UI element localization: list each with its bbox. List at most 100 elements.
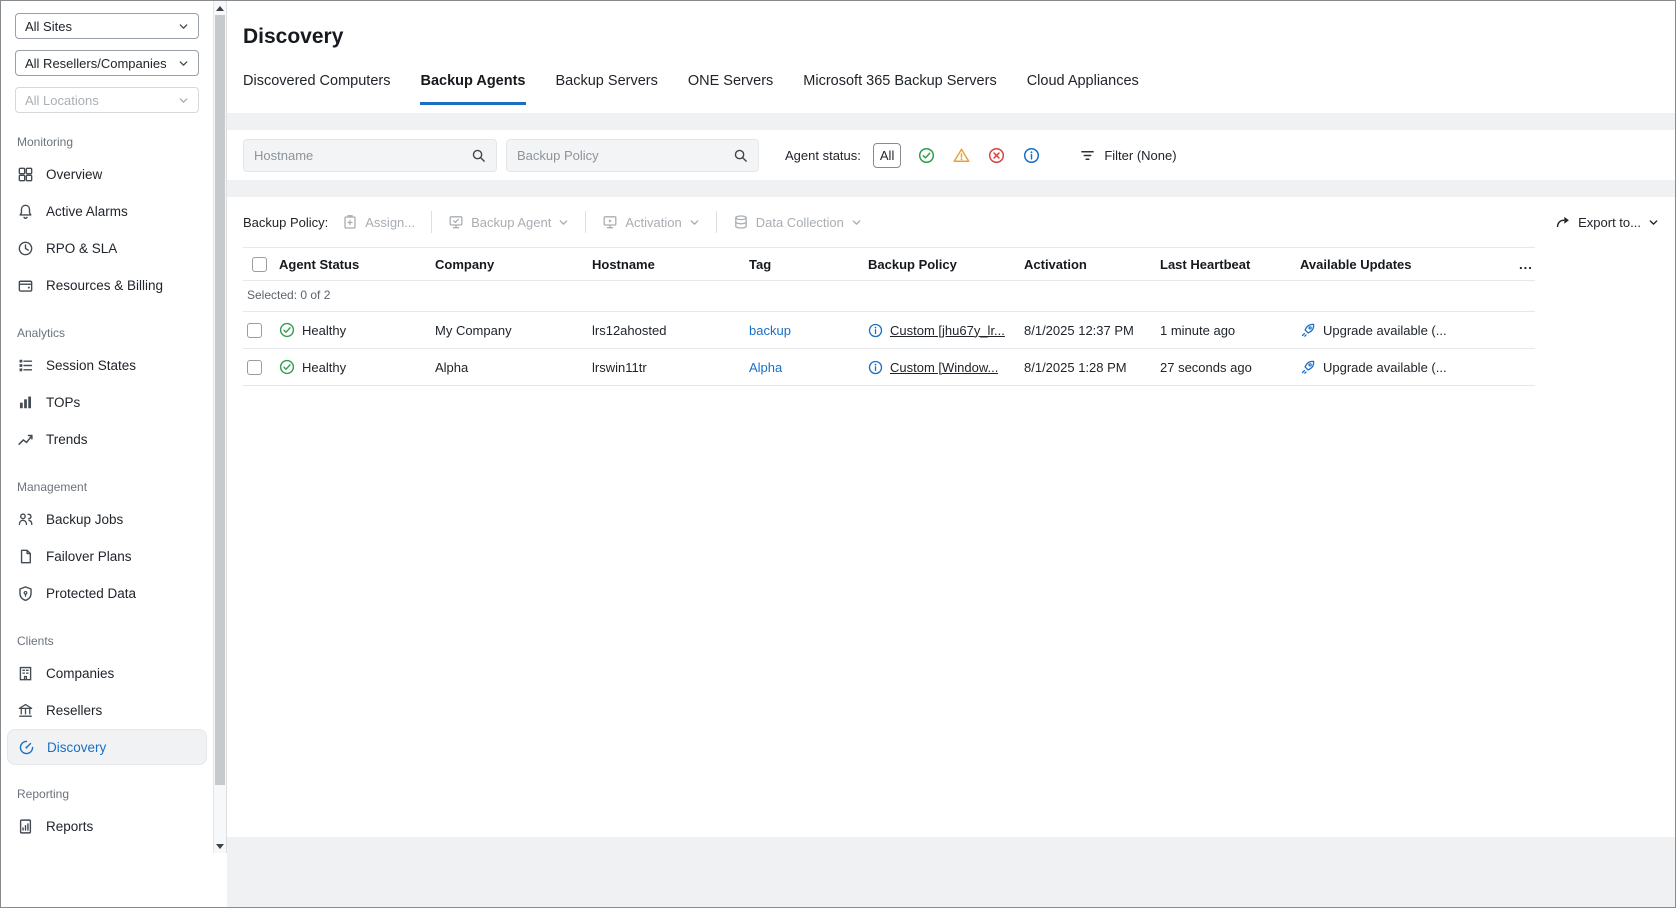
- column-header-last-heartbeat[interactable]: Last Heartbeat: [1156, 247, 1296, 281]
- agents-table-wrap: Agent Status Company Hostname Tag Backup…: [227, 247, 1675, 386]
- sidebar-item-label: Active Alarms: [46, 204, 128, 219]
- toolbar-divider: [431, 211, 433, 233]
- healthy-status-icon: [279, 322, 295, 338]
- tag-link[interactable]: backup: [749, 323, 791, 338]
- scroll-up-button[interactable]: [214, 1, 226, 15]
- tab-discovered-computers[interactable]: Discovered Computers: [243, 73, 390, 105]
- filter-none-label: Filter (None): [1104, 147, 1177, 163]
- table-row[interactable]: Healthy My Company lrs12ahosted backup C…: [243, 311, 1535, 349]
- section-label-monitoring: Monitoring: [17, 135, 74, 149]
- all-sites-value: All Sites: [25, 18, 72, 34]
- agent-status-value: Healthy: [302, 359, 347, 375]
- export-to-button[interactable]: Export to...: [1555, 214, 1659, 230]
- scrollbar-thumb[interactable]: [215, 15, 225, 785]
- search-icon[interactable]: [471, 148, 486, 163]
- column-header-tag[interactable]: Tag: [745, 247, 864, 281]
- healthy-status-filter-icon[interactable]: [918, 147, 935, 164]
- tab-backup-agents[interactable]: Backup Agents: [420, 73, 526, 105]
- building-icon: [17, 665, 34, 682]
- agent-status-all-button[interactable]: All: [872, 142, 902, 168]
- policy-info-icon[interactable]: [868, 360, 883, 375]
- bank-icon: [17, 702, 34, 719]
- sidebar-item-discovery[interactable]: Discovery: [7, 729, 207, 765]
- chevron-down-icon: [558, 217, 569, 228]
- hostname-search-input[interactable]: [254, 147, 463, 163]
- activation-menu-button: Activation: [602, 214, 699, 230]
- main-content: Discovery Discovered Computers Backup Ag…: [227, 1, 1675, 907]
- chevron-down-icon: [1648, 217, 1659, 228]
- sidebar-item-reports[interactable]: Reports: [1, 808, 213, 845]
- sidebar-item-label: TOPs: [46, 395, 81, 410]
- page-title: Discovery: [243, 25, 344, 48]
- sidebar-item-trends[interactable]: Trends: [1, 421, 213, 458]
- tab-m365-backup-servers[interactable]: Microsoft 365 Backup Servers: [803, 73, 996, 105]
- backup-agent-icon: [448, 214, 464, 230]
- tab-backup-servers[interactable]: Backup Servers: [556, 73, 658, 105]
- sidebar-scope-filters: All Sites All Resellers/Companies All Lo…: [1, 13, 213, 113]
- data-collection-label: Data Collection: [755, 214, 844, 230]
- backup-jobs-icon: [17, 511, 34, 528]
- sidebar-scrollbar[interactable]: [213, 1, 227, 907]
- sidebar-item-backup-jobs[interactable]: Backup Jobs: [1, 501, 213, 538]
- error-status-filter-icon[interactable]: [988, 147, 1005, 164]
- column-header-activation[interactable]: Activation: [1020, 247, 1156, 281]
- column-header-available-updates[interactable]: Available Updates: [1296, 247, 1515, 281]
- database-icon: [733, 214, 749, 230]
- sidebar-item-label: Resources & Billing: [46, 278, 164, 293]
- company-value: Alpha: [435, 359, 469, 375]
- column-options-button[interactable]: ...: [1515, 247, 1535, 281]
- sidebar-item-label: Overview: [46, 167, 103, 182]
- hostname-value: lrswin11tr: [592, 359, 647, 375]
- tab-one-servers[interactable]: ONE Servers: [688, 73, 773, 105]
- sidebar-item-label: Session States: [46, 358, 137, 373]
- column-header-backup-policy[interactable]: Backup Policy: [864, 247, 1020, 281]
- sidebar-item-resellers[interactable]: Resellers: [1, 692, 213, 729]
- activation-value: 8/1/2025 1:28 PM: [1024, 359, 1127, 375]
- all-sites-select[interactable]: All Sites: [15, 13, 199, 39]
- backup-policy-link[interactable]: Custom [jhu67y_lr...: [890, 323, 1005, 338]
- actions-toolbar: Backup Policy: Assign... Backup Agent Ac…: [227, 197, 1675, 247]
- sessions-icon: [17, 357, 34, 374]
- sidebar-item-label: Discovery: [47, 739, 107, 755]
- scroll-down-button[interactable]: [214, 839, 226, 853]
- bar-chart-icon: [17, 394, 34, 411]
- sidebar-item-tops[interactable]: TOPs: [1, 384, 213, 421]
- search-icon[interactable]: [733, 148, 748, 163]
- table-row[interactable]: Healthy Alpha lrswin11tr Alpha Custom [W…: [243, 348, 1535, 386]
- select-all-checkbox[interactable]: [252, 257, 267, 273]
- sidebar-item-session-states[interactable]: Session States: [1, 347, 213, 384]
- backup-policy-link[interactable]: Custom [Window...: [890, 360, 998, 375]
- filter-none-button[interactable]: Filter (None): [1080, 147, 1177, 163]
- selection-summary-row: Selected: 0 of 2: [243, 280, 1535, 312]
- all-resellers-select[interactable]: All Resellers/Companies: [15, 50, 199, 76]
- info-status-filter-icon[interactable]: [1023, 147, 1040, 164]
- toolbar-divider: [715, 211, 717, 233]
- scrollbar-track[interactable]: [213, 1, 227, 853]
- sidebar-item-active-alarms[interactable]: Active Alarms: [1, 193, 213, 230]
- backup-policy-search-input[interactable]: [517, 147, 725, 163]
- hostname-value: lrs12ahosted: [592, 322, 667, 338]
- policy-info-icon[interactable]: [868, 323, 883, 338]
- column-header-hostname[interactable]: Hostname: [588, 247, 745, 281]
- healthy-status-icon: [279, 359, 295, 375]
- selection-summary: Selected: 0 of 2: [247, 288, 331, 302]
- filter-bar: Agent status: All Filter (None): [227, 130, 1675, 180]
- app-window: All Sites All Resellers/Companies All Lo…: [0, 0, 1676, 908]
- sidebar-item-companies[interactable]: Companies: [1, 655, 213, 692]
- export-icon: [1555, 214, 1571, 230]
- warning-status-filter-icon[interactable]: [953, 147, 970, 164]
- tag-link[interactable]: Alpha: [749, 360, 782, 375]
- tab-cloud-appliances[interactable]: Cloud Appliances: [1027, 73, 1139, 105]
- sidebar-item-failover-plans[interactable]: Failover Plans: [1, 538, 213, 575]
- available-updates-value: Upgrade available (...: [1323, 322, 1447, 338]
- sidebar-item-label: Trends: [46, 432, 88, 447]
- sidebar-item-protected-data[interactable]: Protected Data: [1, 575, 213, 612]
- column-header-company[interactable]: Company: [431, 247, 588, 281]
- sidebar-item-rpo-sla[interactable]: RPO & SLA: [1, 230, 213, 267]
- document-icon: [17, 548, 34, 565]
- row-checkbox[interactable]: [247, 323, 262, 339]
- sidebar-item-overview[interactable]: Overview: [1, 156, 213, 193]
- column-header-agent-status[interactable]: Agent Status: [275, 247, 431, 281]
- sidebar-item-resources-billing[interactable]: Resources & Billing: [1, 267, 213, 304]
- row-checkbox[interactable]: [247, 360, 262, 376]
